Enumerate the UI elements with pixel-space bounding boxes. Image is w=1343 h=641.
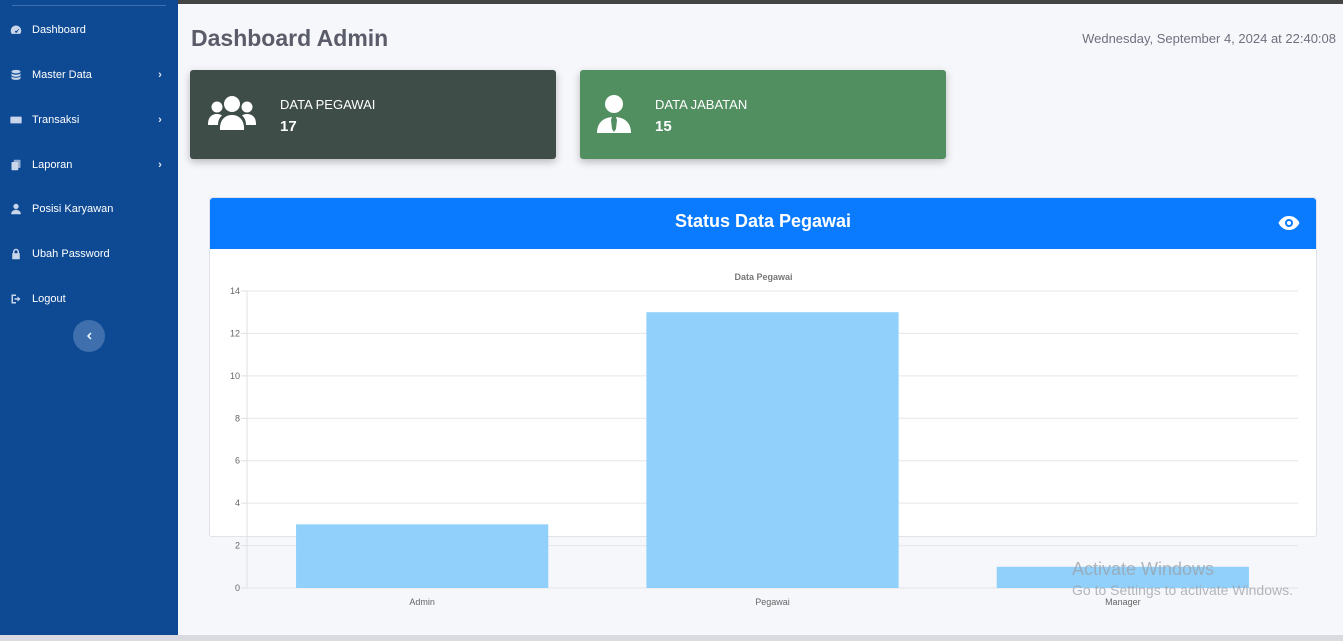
y-tick-label: 14 [230, 286, 240, 296]
y-tick-label: 10 [230, 371, 240, 381]
chart-title: Data Pegawai [734, 272, 792, 282]
y-tick-label: 8 [235, 413, 240, 423]
y-tick-label: 12 [230, 328, 240, 338]
x-tick-label: Admin [409, 597, 435, 607]
bar-chart: Data Pegawai 0 2 4 6 8 10 12 14 Admin Pegawai Manag… [230, 272, 1298, 607]
x-tick-label: Pegawai [755, 597, 790, 607]
bar-admin [296, 524, 549, 588]
x-tick-label: Manager [1105, 597, 1141, 607]
y-tick-label: 6 [235, 456, 240, 466]
watermark-line2: Go to Settings to activate Windows. [1072, 582, 1293, 598]
watermark-line1: Activate Windows [1072, 559, 1215, 579]
bottom-bar [0, 635, 1343, 641]
y-tick-label: 4 [235, 498, 240, 508]
activate-windows-watermark: Activate Windows Go to Settings to activ… [1072, 559, 1293, 598]
y-tick-label: 0 [235, 583, 240, 593]
y-tick-label: 2 [235, 541, 240, 551]
bar-pegawai [646, 312, 899, 588]
